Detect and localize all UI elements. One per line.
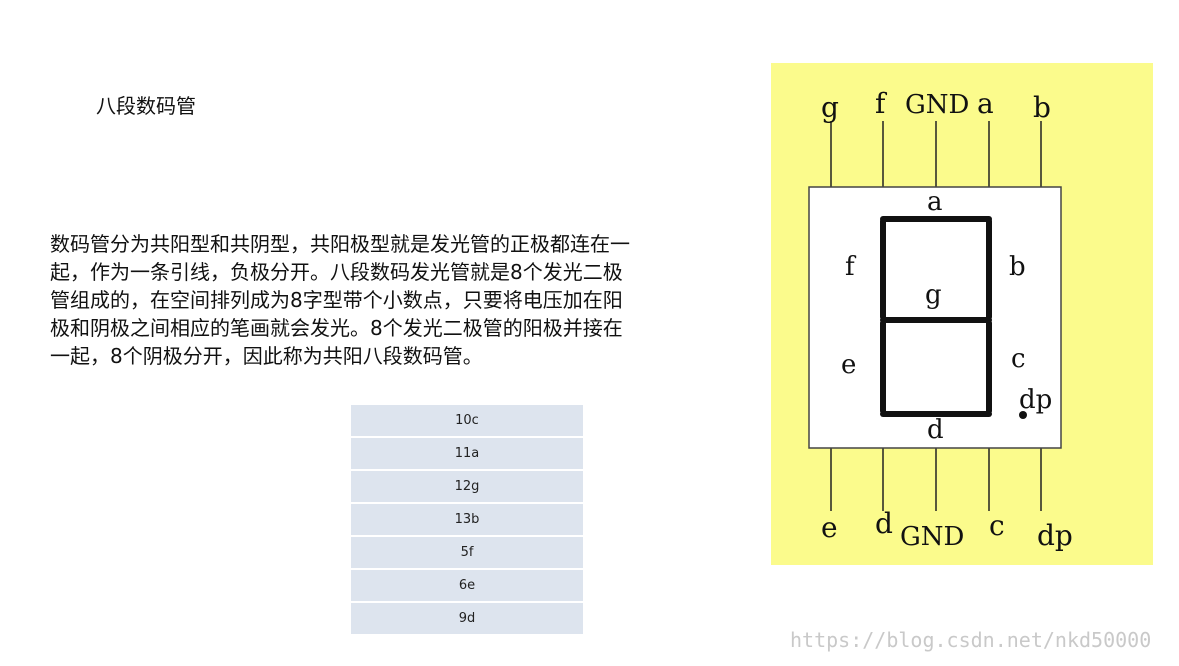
- segment-label-c: c: [1011, 344, 1026, 374]
- segment-label-b: b: [1009, 252, 1026, 282]
- segment-label-a: a: [927, 187, 943, 217]
- table-cell: 10c: [351, 405, 583, 438]
- table-cell: 5f: [351, 536, 583, 570]
- bottom-pin-label-dp: dp: [1037, 519, 1073, 552]
- pin-table: 10c 11a 12g 13b 5f 6e 9d: [351, 405, 583, 636]
- table-row: 12g: [351, 470, 583, 504]
- table-row: 5f: [351, 536, 583, 570]
- bottom-pin-label-d: d: [875, 507, 893, 540]
- page-title: 八段数码管: [96, 94, 196, 118]
- seven-segment-diagram: g f GND a b a b c d e f g dp e d GND c d…: [771, 63, 1153, 565]
- bottom-pin-label-e: e: [821, 511, 838, 544]
- bottom-pin-label-c: c: [989, 509, 1005, 542]
- top-pin-label-g: g: [821, 91, 839, 124]
- table-cell: 13b: [351, 503, 583, 537]
- table-cell: 12g: [351, 470, 583, 504]
- table-row: 6e: [351, 569, 583, 603]
- top-pin-label-f: f: [875, 87, 888, 120]
- table-row: 11a: [351, 437, 583, 471]
- description-paragraph: 数码管分为共阳型和共阴型，共阳极型就是发光管的正极都连在一起，作为一条引线，负极…: [50, 232, 630, 368]
- table-row: 10c: [351, 405, 583, 438]
- segment-label-d: d: [927, 415, 944, 445]
- top-pin-label-b: b: [1033, 91, 1051, 124]
- diagram-svg: g f GND a b a b c d e f g dp e d GND c d…: [808, 87, 1073, 552]
- table-cell: 9d: [351, 602, 583, 636]
- bottom-pin-lines: [830, 448, 1042, 511]
- table-row: 13b: [351, 503, 583, 537]
- segment-label-e: e: [841, 350, 856, 380]
- top-pin-lines: [830, 121, 1042, 187]
- watermark: https://blog.csdn.net/nkd50000: [790, 628, 1152, 652]
- top-pin-label-a: a: [977, 87, 994, 120]
- bottom-pin-label-gnd: GND: [900, 522, 964, 552]
- segment-label-dp: dp: [1019, 385, 1052, 415]
- table-row: 9d: [351, 602, 583, 636]
- segment-label-g: g: [925, 280, 942, 310]
- top-pin-label-gnd: GND: [905, 90, 969, 120]
- table-cell: 6e: [351, 569, 583, 603]
- table-cell: 11a: [351, 437, 583, 471]
